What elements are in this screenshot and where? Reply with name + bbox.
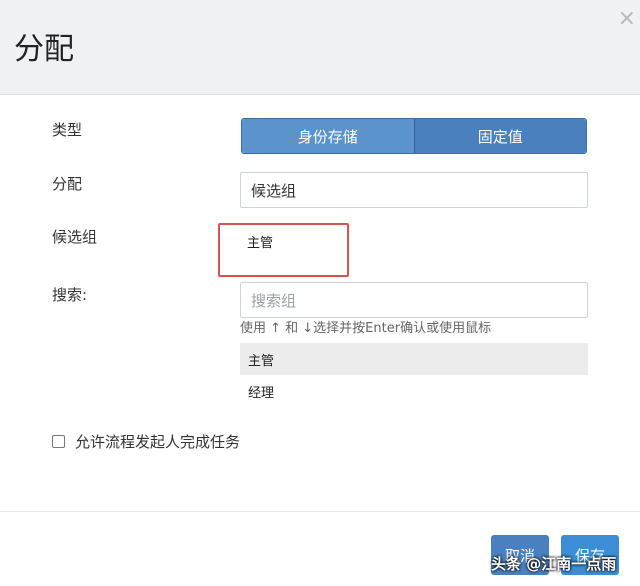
type-selector: 身份存储 固定值 bbox=[241, 118, 587, 154]
assign-select[interactable]: 候选组 bbox=[240, 172, 588, 208]
assign-label: 分配 bbox=[52, 175, 83, 193]
type-label: 类型 bbox=[52, 121, 83, 139]
search-placeholder: 搜索组 bbox=[251, 291, 297, 310]
search-hint: 使用 ↑ 和 ↓选择并按Enter确认或使用鼠标 bbox=[240, 321, 492, 336]
annotation-highlight-box bbox=[218, 223, 349, 277]
search-label: 搜索: bbox=[52, 286, 88, 304]
dialog-title: 分配 bbox=[14, 32, 74, 67]
dialog-header: 分配 × bbox=[0, 0, 640, 95]
allow-initiator-label: 允许流程发起人完成任务 bbox=[75, 433, 241, 451]
allow-initiator-checkbox[interactable] bbox=[52, 435, 65, 448]
footer-divider bbox=[0, 511, 640, 512]
allow-initiator-row: 允许流程发起人完成任务 bbox=[52, 431, 240, 452]
search-input[interactable]: 搜索组 bbox=[240, 282, 588, 318]
assign-value: 候选组 bbox=[251, 181, 297, 200]
type-option-fixed-value[interactable]: 固定值 bbox=[413, 119, 586, 153]
watermark: 头条 @江南一点雨 bbox=[491, 555, 617, 573]
list-item[interactable]: 经理 bbox=[240, 375, 588, 407]
close-icon[interactable]: × bbox=[618, 8, 636, 30]
candidate-group-label: 候选组 bbox=[52, 228, 98, 246]
type-option-identity-store[interactable]: 身份存储 bbox=[242, 119, 414, 153]
list-item[interactable]: 主管 bbox=[240, 343, 588, 375]
search-results-list: 主管 经理 bbox=[240, 343, 588, 407]
